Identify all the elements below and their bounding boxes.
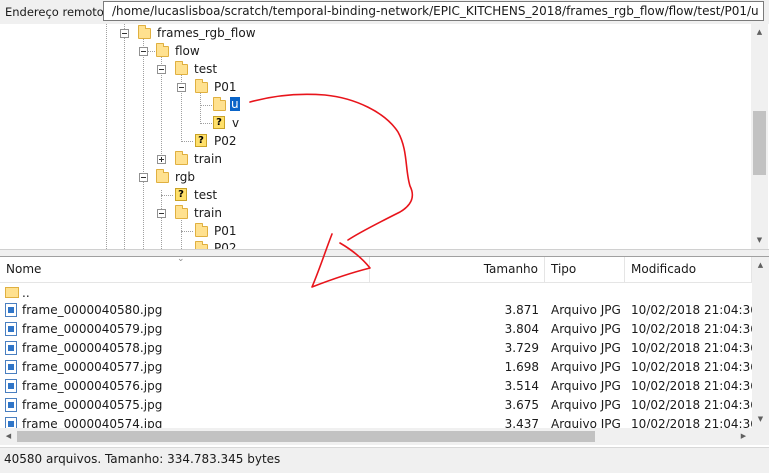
remote-file-list[interactable]: Nome ⌄ Tamanho Tipo Modificado .. frame_… — [0, 257, 769, 445]
file-modified: 10/02/2018 21:04:36 — [631, 379, 758, 393]
column-header-size-label: Tamanho — [483, 262, 538, 276]
question-icon: ? — [195, 134, 207, 147]
status-text: 40580 arquivos. Tamanho: 334.783.345 byt… — [4, 452, 281, 466]
folder-icon — [175, 205, 188, 219]
question-icon: ? — [213, 116, 225, 129]
file-modified: 10/02/2018 21:04:36 — [631, 360, 758, 374]
folder-icon — [156, 43, 169, 57]
collapse-toggle-icon[interactable] — [139, 47, 148, 56]
table-row[interactable]: frame_0000040578.jpg 3.729 Arquivo JPG 10/0… — [0, 339, 758, 358]
list-item-parent[interactable]: .. — [0, 282, 752, 301]
tree-content: frames_rgb_flow flow test P01 u ? v ? P0… — [0, 24, 750, 249]
scroll-left-icon[interactable]: ◀ — [0, 428, 17, 445]
tree-node-label[interactable]: v — [232, 116, 239, 130]
table-row[interactable]: frame_0000040580.jpg 3.871 Arquivo JPG 10/0… — [0, 301, 758, 320]
expand-toggle-icon[interactable] — [157, 155, 166, 164]
list-horizontal-scrollbar[interactable]: ◀ ▶ — [0, 428, 752, 445]
remote-address-input[interactable]: /home/lucaslisboa/scratch/temporal-bindi… — [103, 1, 764, 21]
file-type: Arquivo JPG — [551, 379, 621, 393]
file-size: 3.729 — [504, 341, 539, 355]
folder-icon — [195, 223, 208, 237]
file-size: 1.698 — [504, 360, 539, 374]
tree-node-label[interactable]: test — [194, 62, 217, 76]
jpg-file-icon — [5, 322, 17, 336]
tree-node-label[interactable]: P02 — [214, 241, 237, 249]
table-row[interactable]: frame_0000040577.jpg 1.698 Arquivo JPG 10/0… — [0, 358, 758, 377]
file-modified: 10/02/2018 21:04:36 — [631, 322, 758, 336]
file-size: 3.514 — [504, 379, 539, 393]
scroll-up-icon[interactable]: ▲ — [752, 257, 769, 274]
file-size: 3.675 — [504, 398, 539, 412]
tree-node-label-selected[interactable]: u — [230, 97, 240, 111]
tree-node-label[interactable]: test — [194, 188, 217, 202]
file-type: Arquivo JPG — [551, 303, 621, 317]
file-type: Arquivo JPG — [551, 341, 621, 355]
folder-icon — [213, 97, 226, 111]
folder-icon — [175, 151, 188, 165]
status-bar: 40580 arquivos. Tamanho: 334.783.345 byt… — [0, 447, 769, 473]
file-type: Arquivo JPG — [551, 322, 621, 336]
column-header-modified[interactable]: Modificado — [625, 257, 752, 282]
table-row[interactable]: frame_0000040575.jpg 3.675 Arquivo JPG 10/0… — [0, 396, 758, 415]
folder-icon — [195, 79, 208, 93]
file-type: Arquivo JPG — [551, 360, 621, 374]
jpg-file-icon — [5, 379, 17, 393]
tree-node-label[interactable]: P01 — [214, 80, 237, 94]
file-size: 3.804 — [504, 322, 539, 336]
remote-directory-tree[interactable]: frames_rgb_flow flow test P01 u ? v ? P0… — [0, 24, 769, 249]
file-name: frame_0000040575.jpg — [22, 398, 163, 412]
collapse-toggle-icon[interactable] — [177, 83, 186, 92]
folder-icon — [138, 25, 151, 39]
folder-icon — [156, 169, 169, 183]
file-name: frame_0000040576.jpg — [22, 379, 163, 393]
column-header-type[interactable]: Tipo — [545, 257, 625, 282]
folder-icon — [5, 287, 19, 298]
jpg-file-icon — [5, 360, 17, 374]
collapse-toggle-icon[interactable] — [139, 173, 148, 182]
tree-node-label[interactable]: P01 — [214, 224, 237, 238]
remote-address-bar: Endereço remoto: /home/lucaslisboa/scrat… — [0, 0, 769, 24]
tree-node-label[interactable]: train — [194, 206, 222, 220]
collapse-toggle-icon[interactable] — [157, 209, 166, 218]
file-modified: 10/02/2018 21:04:36 — [631, 303, 758, 317]
list-vertical-scrollbar[interactable]: ▲ ▼ — [752, 257, 769, 445]
table-row[interactable]: frame_0000040579.jpg 3.804 Arquivo JPG 10/0… — [0, 320, 758, 339]
parent-dir-label: .. — [22, 286, 30, 300]
scroll-down-icon[interactable]: ▼ — [751, 232, 768, 249]
tree-node-label[interactable]: flow — [175, 44, 200, 58]
list-scroll-thumb[interactable] — [17, 431, 595, 442]
column-header-size[interactable]: Tamanho — [370, 257, 545, 282]
file-name: frame_0000040579.jpg — [22, 322, 163, 336]
tree-vertical-scrollbar[interactable]: ▲ ▼ — [751, 24, 768, 249]
scroll-right-icon[interactable]: ▶ — [735, 428, 752, 445]
file-size: 3.871 — [504, 303, 539, 317]
scroll-up-icon[interactable]: ▲ — [751, 24, 768, 41]
tree-node-label[interactable]: train — [194, 152, 222, 166]
file-modified: 10/02/2018 21:04:36 — [631, 341, 758, 355]
file-modified: 10/02/2018 21:04:36 — [631, 398, 758, 412]
sort-indicator-icon: ⌄ — [177, 257, 185, 264]
folder-icon — [175, 61, 188, 75]
question-icon: ? — [175, 188, 187, 201]
remote-address-label: Endereço remoto: — [5, 5, 108, 19]
collapse-toggle-icon[interactable] — [157, 65, 166, 74]
scroll-down-icon[interactable]: ▼ — [752, 411, 769, 428]
table-row[interactable]: frame_0000040576.jpg 3.514 Arquivo JPG 10/0… — [0, 377, 758, 396]
jpg-file-icon — [5, 341, 17, 355]
file-name: frame_0000040578.jpg — [22, 341, 163, 355]
file-name: frame_0000040577.jpg — [22, 360, 163, 374]
tree-node-label[interactable]: frames_rgb_flow — [157, 26, 256, 40]
file-list-header: Nome ⌄ Tamanho Tipo Modificado — [0, 257, 752, 283]
tree-node-label[interactable]: P02 — [214, 134, 237, 148]
panel-splitter[interactable] — [0, 249, 769, 257]
jpg-file-icon — [5, 303, 17, 317]
jpg-file-icon — [5, 398, 17, 412]
collapse-toggle-icon[interactable] — [120, 29, 129, 38]
file-name: frame_0000040580.jpg — [22, 303, 163, 317]
column-header-name[interactable]: Nome — [0, 257, 370, 282]
file-type: Arquivo JPG — [551, 398, 621, 412]
tree-scroll-thumb[interactable] — [753, 111, 766, 175]
tree-node-label[interactable]: rgb — [175, 170, 195, 184]
